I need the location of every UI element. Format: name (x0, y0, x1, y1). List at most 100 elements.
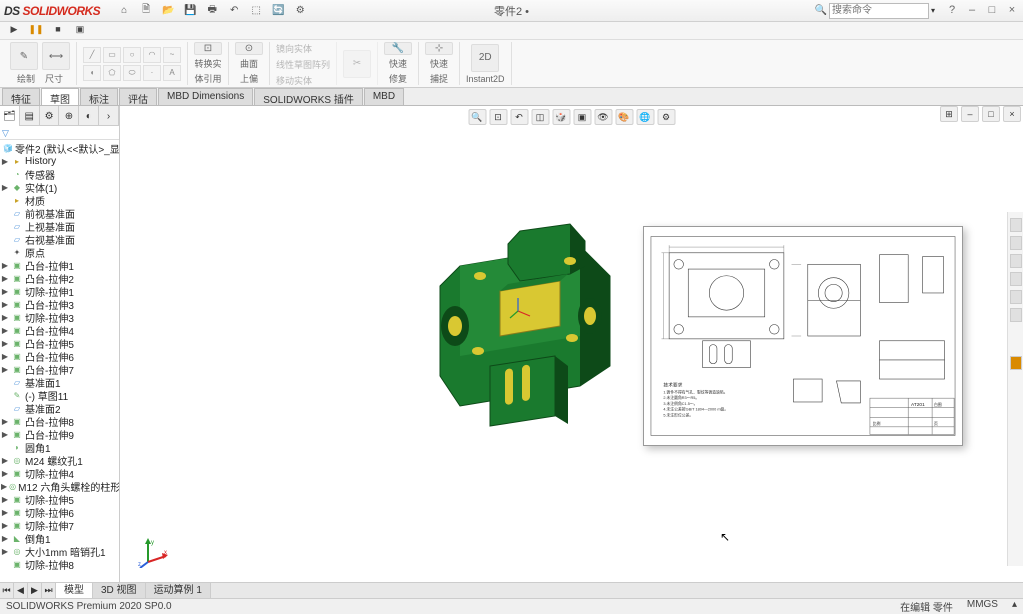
display-tab[interactable]: ◐ (79, 106, 99, 126)
command-tab-0[interactable]: 特征 (2, 88, 40, 105)
circle-icon[interactable]: ○ (123, 47, 141, 63)
view-orientation-triad[interactable]: y x z (138, 536, 170, 568)
vp-min-icon[interactable]: – (961, 106, 979, 122)
tree-item[interactable]: ▣切除-拉伸8 (1, 558, 118, 571)
expand-icon[interactable]: ▶ (1, 157, 9, 166)
expand-icon[interactable]: ▶ (1, 183, 9, 192)
convert-entities-button[interactable]: ⊡ (194, 42, 222, 55)
select-icon[interactable]: ⬚ (248, 3, 264, 19)
task-resources-icon[interactable] (1010, 218, 1022, 232)
spline-icon[interactable]: ~ (163, 47, 181, 63)
expand-icon[interactable]: ▶ (1, 430, 9, 439)
btab-last-icon[interactable]: ⏭ (42, 583, 56, 598)
tree-item[interactable]: ◔传感器 (1, 168, 118, 181)
save-icon[interactable]: 💾 (182, 3, 198, 19)
offset-button[interactable]: ⊙ (235, 42, 263, 55)
pause-button[interactable]: ❚❚ (28, 24, 44, 38)
filter-icon[interactable]: ▽ (2, 128, 9, 138)
bottom-tab-0[interactable]: 模型 (56, 583, 93, 598)
expand-icon[interactable]: ▶ (1, 339, 9, 348)
task-custom-props-icon[interactable] (1010, 308, 1022, 322)
snap-button[interactable]: ⊹ (425, 42, 453, 55)
edit-appearance-icon[interactable]: 🎨 (615, 109, 633, 125)
open-icon[interactable]: 📂 (160, 3, 176, 19)
expand-icon[interactable]: ▶ (1, 287, 9, 296)
property-tab[interactable]: ▤ (20, 106, 40, 126)
more-tab[interactable]: › (99, 106, 119, 126)
search-input[interactable] (829, 3, 929, 19)
task-appearances-icon[interactable] (1010, 290, 1022, 304)
command-tab-2[interactable]: 标注 (80, 88, 118, 105)
trim-icon[interactable]: ✂ (343, 50, 371, 78)
expand-icon[interactable]: ▶ (1, 495, 9, 504)
drawing-sheet-overlay[interactable]: 技术要求 1.铸件不得有气孔、裂纹等铸造缺陷。 2.未注圆角R3～R5。 3.未… (643, 226, 963, 446)
feature-tree[interactable]: 🧊 零件2 (默认<<默认>_显示...) ▶▸History◔传感器▶◆实体(… (0, 140, 119, 598)
line-icon[interactable]: ╱ (83, 47, 101, 63)
zoom-area-icon[interactable]: ⊡ (489, 109, 507, 125)
btab-prev-icon[interactable]: ◀ (14, 583, 28, 598)
feature-tree-tab[interactable]: 🗂 (0, 106, 20, 126)
help-button[interactable]: ? (945, 4, 959, 18)
search-dropdown-icon[interactable]: ▾ (931, 6, 935, 15)
tree-item[interactable]: ▶▸History (1, 155, 118, 168)
status-expand-icon[interactable]: ▴ (1012, 599, 1017, 614)
repair-button[interactable]: 🔧 (384, 42, 412, 55)
vp-close-icon[interactable]: × (1003, 106, 1021, 122)
task-forum-icon[interactable] (1010, 356, 1022, 370)
options-icon[interactable]: ⚙ (292, 3, 308, 19)
task-file-explorer-icon[interactable] (1010, 254, 1022, 268)
config-tab[interactable]: ⚙ (40, 106, 60, 126)
expand-icon[interactable]: ▶ (1, 469, 9, 478)
view-settings-icon[interactable]: ⚙ (657, 109, 675, 125)
expand-icon[interactable]: ▶ (1, 534, 9, 543)
expand-icon[interactable]: ▶ (1, 352, 9, 361)
apply-scene-icon[interactable]: 🌐 (636, 109, 654, 125)
expand-icon[interactable]: ▶ (1, 417, 9, 426)
new-icon[interactable]: 🗎 (138, 3, 154, 19)
home-icon[interactable]: ⌂ (116, 3, 132, 19)
expand-icon[interactable]: ▶ (1, 508, 9, 517)
print-icon[interactable]: 🖶 (204, 3, 220, 19)
rebuild-icon[interactable]: 🔄 (270, 3, 286, 19)
section-view-icon[interactable]: ◫ (531, 109, 549, 125)
record-icon[interactable]: ▣ (72, 24, 88, 38)
vp-split-icon[interactable]: ⊞ (940, 106, 958, 122)
expand-icon[interactable]: ▶ (1, 521, 9, 530)
vp-max-icon[interactable]: □ (982, 106, 1000, 122)
graphics-viewport[interactable]: 🔍 ⊡ ↶ ◫ 🎲 ▣ 👁 🎨 🌐 ⚙ ⊞ – □ × (120, 106, 1023, 598)
bottom-tab-1[interactable]: 3D 视图 (93, 583, 146, 598)
btab-first-icon[interactable]: ⏮ (0, 583, 14, 598)
hide-show-icon[interactable]: 👁 (594, 109, 612, 125)
expand-icon[interactable]: ▶ (1, 365, 9, 374)
point-icon[interactable]: · (143, 65, 161, 81)
command-tab-3[interactable]: 评估 (119, 88, 157, 105)
text-icon[interactable]: A (163, 65, 181, 81)
display-style-icon[interactable]: ▣ (573, 109, 591, 125)
zoom-fit-icon[interactable]: 🔍 (468, 109, 486, 125)
tree-item[interactable]: ▶◆实体(1) (1, 181, 118, 194)
tree-item[interactable]: ▱右视基准面 (1, 233, 118, 246)
command-tab-5[interactable]: SOLIDWORKS 插件 (254, 88, 363, 105)
maximize-button[interactable]: □ (985, 4, 999, 18)
task-design-library-icon[interactable] (1010, 236, 1022, 250)
command-tab-4[interactable]: MBD Dimensions (158, 88, 253, 105)
polygon-icon[interactable]: ⬠ (103, 65, 121, 81)
status-units[interactable]: MMGS (967, 599, 998, 614)
rect-icon[interactable]: ▭ (103, 47, 121, 63)
tree-item[interactable]: ▶▣切除-拉伸7 (1, 519, 118, 532)
instant2d-button[interactable]: 2D (471, 44, 499, 72)
task-view-palette-icon[interactable] (1010, 272, 1022, 286)
expand-icon[interactable]: ▶ (1, 313, 9, 322)
expand-icon[interactable]: ▶ (1, 300, 9, 309)
minimize-button[interactable]: – (965, 4, 979, 18)
previous-view-icon[interactable]: ↶ (510, 109, 528, 125)
expand-icon[interactable]: ▶ (1, 326, 9, 335)
bottom-tab-2[interactable]: 运动算例 1 (146, 583, 211, 598)
sketch-button[interactable]: ✎ (10, 42, 38, 70)
btab-next-icon[interactable]: ▶ (28, 583, 42, 598)
stop-button[interactable]: ■ (50, 24, 66, 38)
expand-icon[interactable]: ▶ (1, 274, 9, 283)
command-tab-6[interactable]: MBD (364, 88, 404, 105)
3d-model[interactable] (420, 206, 640, 446)
dimxpert-tab[interactable]: ⊕ (59, 106, 79, 126)
